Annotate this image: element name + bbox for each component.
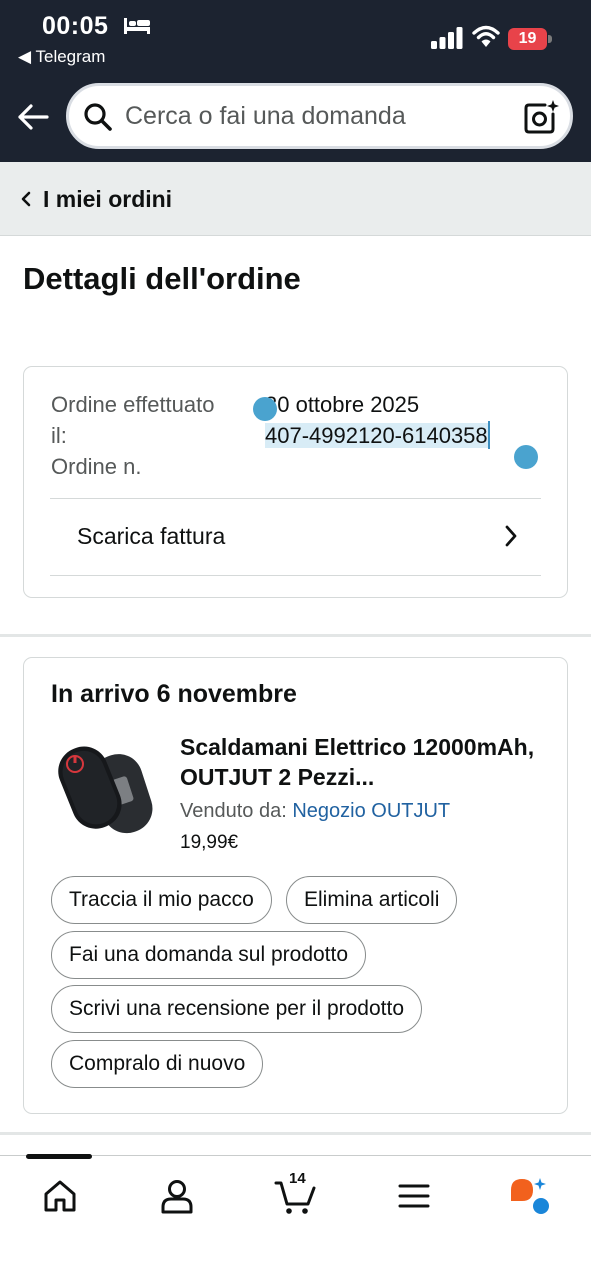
rufus-assistant-icon[interactable] [509, 1176, 549, 1216]
chevron-right-icon [505, 525, 517, 547]
ask-product-question-button[interactable]: Fai una domanda sul prodotto [51, 931, 367, 979]
battery-indicator: 19 [508, 28, 552, 50]
selection-caret [487, 421, 490, 449]
divider [50, 575, 541, 576]
chevron-left-icon [21, 191, 31, 207]
write-review-button[interactable]: Scrivi una recensione per il prodotto [51, 985, 423, 1033]
back-to-telegram[interactable]: ◀ Telegram [18, 47, 105, 67]
seller-link[interactable]: Negozio OUTJUT [292, 800, 450, 822]
selection-start-handle[interactable] [253, 397, 277, 421]
order-date-value: 30 ottobre 2025 [265, 392, 420, 417]
cart-icon[interactable] [274, 1176, 318, 1216]
status-time: 00:05 [42, 12, 109, 40]
delete-items-button[interactable]: Elimina articoli [286, 876, 458, 924]
order-labels: Ordine effettuato il: Ordine n. [51, 389, 221, 482]
product-price: 19,99€ [180, 832, 239, 853]
section-separator [0, 634, 591, 637]
product-image[interactable] [51, 740, 159, 840]
battery-tip [548, 35, 552, 43]
search-input[interactable] [125, 86, 505, 146]
wifi-icon [472, 25, 500, 47]
order-number-label: Ordine n. [51, 454, 142, 479]
cellular-signal-icon [431, 27, 463, 49]
order-number-value[interactable]: 407-4992120-6140358 [265, 423, 488, 448]
arrival-status: In arrivo 6 novembre [51, 680, 297, 708]
track-package-button[interactable]: Traccia il mio pacco [51, 876, 272, 924]
breadcrumb[interactable]: I miei ordini [0, 162, 591, 236]
section-separator [0, 1132, 591, 1135]
page-title: Dettagli dell'ordine [23, 261, 301, 296]
home-icon[interactable] [40, 1176, 80, 1216]
download-invoice-row[interactable]: Scarica fattura [50, 499, 541, 575]
search-icon [84, 103, 112, 131]
seller-prefix: Venduto da: [180, 800, 293, 822]
shipment-card: In arrivo 6 novembre Scaldamani Elettric… [23, 657, 568, 1114]
download-invoice-label[interactable]: Scarica fattura [77, 523, 225, 550]
back-arrow-icon[interactable] [16, 100, 50, 134]
product-title[interactable]: Scaldamani Elettrico 12000mAh, OUTJUT 2 … [180, 732, 550, 792]
order-date-label: Ordine effettuato il: [51, 392, 215, 448]
menu-icon[interactable] [394, 1176, 434, 1216]
battery-level: 19 [508, 28, 547, 50]
seller-info: Venduto da: Negozio OUTJUT [180, 800, 450, 823]
search-bar[interactable] [66, 83, 573, 149]
active-tab-indicator [26, 1154, 92, 1159]
order-info-card: Ordine effettuato il: Ordine n. 30 ottob… [23, 366, 568, 598]
account-icon[interactable] [157, 1176, 197, 1216]
top-bar: 00:05 ◀ Telegram 19 [0, 0, 591, 162]
sleep-focus-icon [124, 18, 150, 34]
camera-search-icon[interactable] [523, 99, 559, 135]
order-values: 30 ottobre 2025 407-4992120-6140358 [265, 389, 490, 451]
selection-end-handle[interactable] [514, 445, 538, 469]
bottom-nav: 14 [0, 1154, 591, 1280]
buy-again-button[interactable]: Compralo di nuovo [51, 1040, 264, 1088]
breadcrumb-label[interactable]: I miei ordini [43, 186, 172, 213]
